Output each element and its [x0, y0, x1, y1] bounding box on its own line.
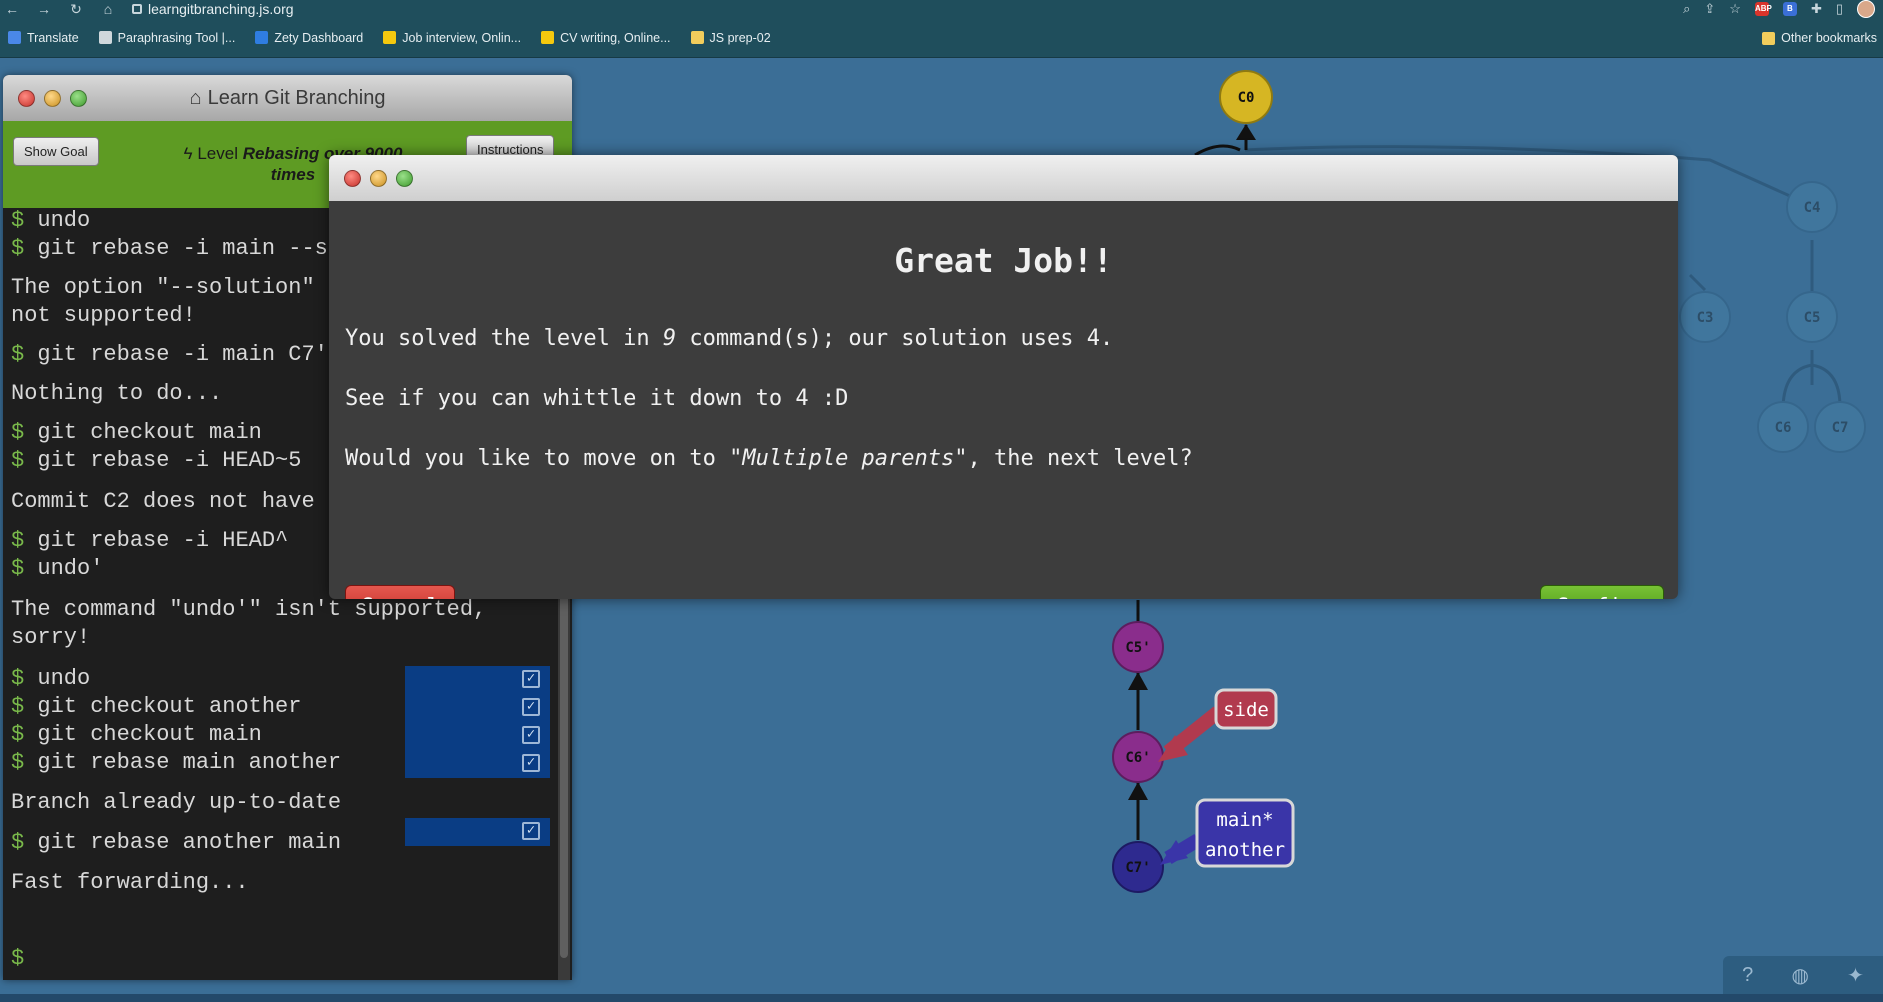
- help-icon[interactable]: ?: [1742, 964, 1753, 987]
- terminal-line: $ git checkout main: [11, 420, 262, 445]
- terminal-line: sorry!: [11, 625, 91, 650]
- home-icon[interactable]: ⌂: [100, 1, 116, 18]
- minimize-dot-icon[interactable]: [370, 169, 387, 187]
- terminal-line: $ git rebase -i HEAD^: [11, 528, 289, 553]
- terminal-line: $ git rebase another main: [11, 830, 342, 855]
- terminal-line: $ undo: [11, 666, 91, 691]
- bookmark-js-prep[interactable]: JS prep-02: [690, 31, 771, 45]
- terminal-line: Commit C2 does not have: [11, 489, 315, 514]
- profile-avatar[interactable]: [1857, 0, 1875, 18]
- cancel-button[interactable]: Cancel: [345, 585, 455, 599]
- bookmarks-bar: Translate Paraphrasing Tool |... Zety Da…: [0, 18, 1883, 58]
- adblock-extension-icon[interactable]: ABP: [1754, 2, 1772, 16]
- browser-toolbar: ← → ↻ ⌂ learngitbranching.js.org ⌕ ⇪ ☆ A…: [0, 0, 1883, 18]
- share-icon[interactable]: ⇪: [1704, 1, 1715, 17]
- terminal-line: not supported!: [11, 303, 196, 328]
- bookmark-job-interview[interactable]: Job interview, Onlin...: [383, 31, 521, 45]
- url-text: learngitbranching.js.org: [148, 1, 294, 17]
- folder-icon: [1762, 31, 1776, 45]
- extension-b-icon[interactable]: B: [1782, 2, 1797, 16]
- browser-actions: ⌕ ⇪ ☆ ABP B ✚ ▯: [1683, 0, 1875, 18]
- globe-icon[interactable]: ◍: [1791, 963, 1808, 988]
- whittle-message: See if you can whittle it down to 4 :D: [345, 386, 849, 411]
- translate-icon: [8, 31, 21, 44]
- twitter-icon[interactable]: ✦: [1847, 963, 1864, 988]
- bookmark-zety[interactable]: Zety Dashboard: [255, 31, 363, 45]
- miro-icon: [541, 31, 555, 44]
- home-icon: ⌂: [189, 86, 202, 109]
- terminal-line: Nothing to do...: [11, 381, 223, 406]
- selected-commands-highlight: ✓ ✓ ✓ ✓: [405, 666, 550, 778]
- terminal-line: $ git checkout another: [11, 694, 302, 719]
- bookmark-cv-writing[interactable]: CV writing, Online...: [541, 31, 671, 45]
- lock-icon: [132, 4, 142, 14]
- check-icon[interactable]: ✓: [522, 822, 540, 840]
- command-count: 9: [662, 326, 677, 351]
- terminal-line: $ git checkout main: [11, 722, 262, 747]
- terminal-line: Branch already up-to-date: [11, 790, 342, 815]
- next-level-name: "Multiple parents": [729, 446, 968, 471]
- star-icon[interactable]: ☆: [1729, 1, 1741, 17]
- result-message: You solved the level in 9 command(s); ou…: [345, 326, 1114, 351]
- reload-icon[interactable]: ↻: [68, 1, 84, 18]
- miro-icon: [383, 31, 397, 44]
- zety-icon: [255, 31, 269, 44]
- terminal-line: $ git rebase main another: [11, 750, 342, 775]
- extensions-puzzle-icon[interactable]: ✚: [1811, 1, 1822, 17]
- show-goal-button[interactable]: Show Goal: [13, 137, 99, 166]
- selected-command-highlight: ✓: [405, 818, 550, 846]
- nav-buttons: ← → ↻ ⌂: [0, 1, 128, 18]
- dialog-titlebar: [329, 155, 1678, 201]
- terminal-line: The command "undo'" isn't supported,: [11, 597, 487, 622]
- bookmark-paraphrasing[interactable]: Paraphrasing Tool |...: [98, 31, 235, 45]
- terminal-line: $ undo: [11, 208, 91, 233]
- command-input-line[interactable]: $: [11, 946, 24, 971]
- check-icon[interactable]: ✓: [522, 698, 540, 716]
- bookmark-translate[interactable]: Translate: [8, 31, 79, 45]
- folder-icon: [690, 31, 704, 44]
- terminal-line: $ git rebase -i main --s: [11, 236, 328, 261]
- terminal-line: The option "--solution": [11, 275, 315, 300]
- terminal-titlebar: ⌂ Learn Git Branching: [3, 75, 572, 121]
- taskbar-strip: [0, 994, 1883, 1002]
- dialog-heading: Great Job!!: [894, 241, 1113, 280]
- help-toolbar: ? ◍ ✦: [1723, 956, 1883, 994]
- confirm-button[interactable]: Confirm: [1540, 585, 1664, 599]
- forward-icon[interactable]: →: [36, 1, 52, 18]
- close-dot-icon[interactable]: [344, 169, 361, 187]
- back-icon[interactable]: ←: [4, 1, 20, 18]
- terminal-line: Fast forwarding...: [11, 870, 249, 895]
- terminal-title: ⌂ Learn Git Branching: [189, 86, 386, 109]
- terminal-line: $ undo': [11, 556, 104, 581]
- maximize-dot-icon[interactable]: [396, 169, 413, 187]
- other-bookmarks[interactable]: Other bookmarks: [1762, 18, 1883, 58]
- lightning-icon: ϟ: [183, 144, 193, 163]
- check-icon[interactable]: ✓: [522, 754, 540, 772]
- next-level-message: Would you like to move on to "Multiple p…: [345, 446, 1193, 471]
- level-complete-dialog: Great Job!! You solved the level in 9 co…: [329, 155, 1678, 599]
- check-icon[interactable]: ✓: [522, 726, 540, 744]
- zoom-icon[interactable]: ⌕: [1683, 1, 1690, 17]
- address-bar[interactable]: learngitbranching.js.org: [132, 0, 294, 18]
- pen-icon: [98, 31, 112, 44]
- terminal-line: $ git rebase -i HEAD~5: [11, 448, 302, 473]
- side-panel-icon[interactable]: ▯: [1836, 1, 1843, 17]
- terminal-line: $ git rebase -i main C7': [11, 342, 328, 367]
- check-icon[interactable]: ✓: [522, 670, 540, 688]
